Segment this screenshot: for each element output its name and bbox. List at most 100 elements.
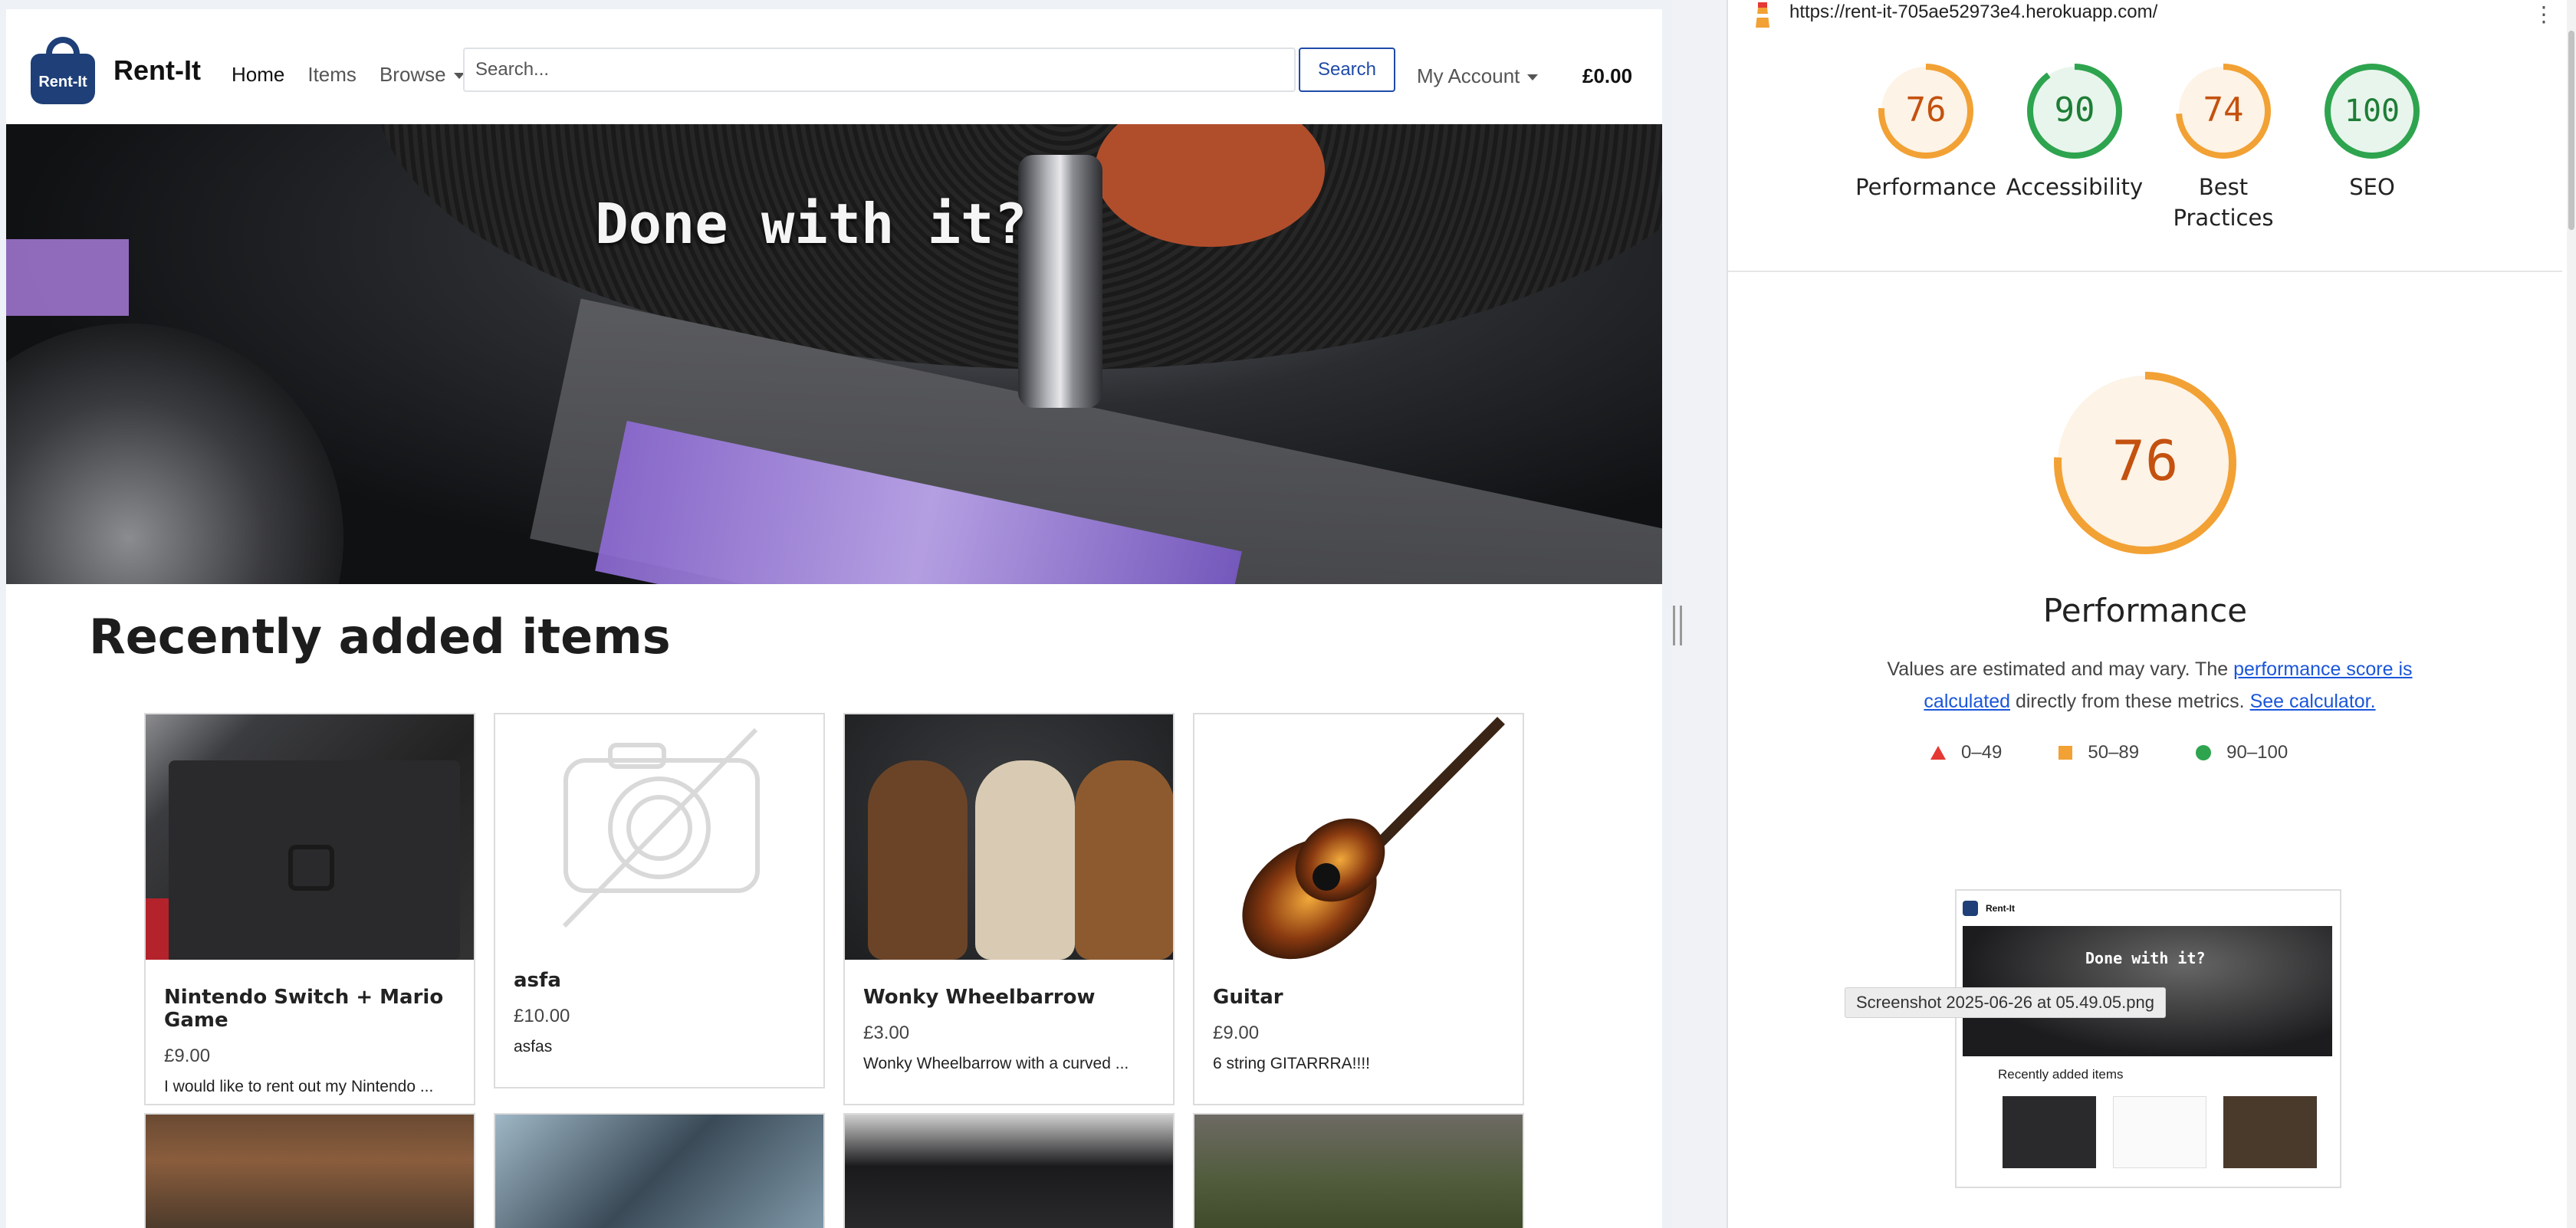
gauge-ring: 100 [2325,64,2420,159]
item-name: Wonky Wheelbarrow [863,986,1096,1009]
legend-average-label: 50–89 [2088,742,2140,763]
website-page: Rent-It Rent-It Home Items Browse Search… [6,9,1662,1228]
chevron-down-icon [1527,74,1539,81]
gauge-label: Best Practices [2173,174,2274,231]
legend-fail-label: 0–49 [1961,742,2003,763]
gauge-performance[interactable]: 76 Performance [1849,61,2003,202]
item-name: asfa [514,969,561,992]
gauge-best-practices[interactable]: 74 Best Practices [2147,61,2300,233]
legend-pass: 90–100 [2196,742,2288,763]
square-icon [2058,746,2073,760]
my-account-label: My Account [1417,64,1520,87]
thumb-section-title: Recently added items [1998,1067,2124,1082]
gauge-label: Accessibility [2006,174,2144,200]
legend-average: 50–89 [2058,742,2139,763]
report-scrollbar-thumb[interactable] [2568,31,2574,230]
item-name: Nintendo Switch + Mario Game [164,986,444,1032]
thumb-logo-icon [1963,901,1978,916]
item-image [146,714,474,960]
item-description: asfas [514,1038,553,1056]
item-image [146,1115,474,1228]
item-price: £3.00 [863,1023,910,1043]
performance-note: Values are estimated and may vary. The p… [1843,653,2456,717]
item-description: 6 string GITARRRA!!!! [1213,1055,1370,1072]
no-image-placeholder-icon [495,714,823,960]
score-summary: 76 Performance 90 Accessibility 74 Best … [1728,61,2562,272]
search-button[interactable]: Search [1299,48,1395,92]
nav-home-link[interactable]: Home [232,63,284,87]
brand-name: Rent-It [113,54,201,86]
thumb-navbar: Rent-It [1957,891,2340,926]
main-gauge-value: 76 [2112,428,2179,493]
item-card[interactable] [1193,1113,1524,1228]
note-text-middle: directly from these metrics. [2010,691,2250,712]
gauge-accessibility[interactable]: 90 Accessibility [1998,61,2151,202]
triangle-icon [1930,746,1946,760]
website-viewport: Rent-It Rent-It Home Items Browse Search… [0,0,1671,1228]
gauge-label: SEO [2349,174,2395,200]
item-card[interactable]: Wonky Wheelbarrow £3.00 Wonky Wheelbarro… [843,713,1175,1105]
item-price: £9.00 [164,1046,211,1066]
gauge-ring: 90 [2027,64,2122,159]
lighthouse-report: https://rent-it-705ae52973e4.herokuapp.c… [1727,0,2576,1228]
item-card[interactable] [494,1113,825,1228]
thumb-brand: Rent-It [1986,903,2015,914]
resize-handle[interactable] [1673,606,1682,645]
score-legend: 0–49 50–89 90–100 [1930,742,2288,763]
thumb-card [2223,1096,2317,1168]
nav-items-link[interactable]: Items [307,63,356,87]
item-description: I would like to rent out my Nintendo ... [164,1078,434,1095]
gauge-value: 90 [2055,90,2095,130]
item-price: £9.00 [1213,1023,1260,1043]
nav-links: Home Items Browse [232,63,465,87]
gauge-label: Performance [1855,174,1996,200]
item-image [845,714,1173,960]
performance-title: Performance [2042,592,2248,629]
gauge-ring: 76 [1878,64,1973,159]
search-input[interactable] [463,48,1296,92]
gauge-ring: 74 [2176,64,2271,159]
navbar: Rent-It Rent-It Home Items Browse Search… [6,9,1662,124]
logo-text: Rent-It [38,74,87,90]
hero-heading: Done with it? [595,192,1027,256]
legend-fail: 0–49 [1930,742,2002,763]
item-image [495,1115,823,1228]
gauge-value: 74 [2203,90,2244,130]
brand[interactable]: Rent-It Rent-It [28,37,201,104]
lighthouse-icon [1756,2,1769,28]
item-card[interactable] [843,1113,1175,1228]
section-title: Recently added items [89,609,671,665]
thumb-card [2113,1096,2206,1168]
item-image [1194,1115,1523,1228]
my-account-dropdown[interactable]: My Account [1417,64,1539,88]
see-calculator-link[interactable]: See calculator. [2250,691,2376,712]
note-text-prefix: Values are estimated and may vary. The [1887,658,2234,680]
gauge-value: 100 [2344,94,2400,129]
item-name: Guitar [1213,986,1283,1009]
file-tooltip: Screenshot 2025-06-26 at 05.49.05.png [1845,987,2166,1018]
item-price: £10.00 [514,1006,570,1026]
report-url-bar: https://rent-it-705ae52973e4.herokuapp.c… [1728,0,2576,28]
item-card[interactable]: Nintendo Switch + Mario Game £9.00 I wou… [144,713,475,1105]
gauge-seo[interactable]: 100 SEO [2295,61,2449,202]
legend-pass-label: 90–100 [2226,742,2288,763]
final-screenshot-thumbnail[interactable]: Rent-It Done with it? Recently added ite… [1955,889,2341,1188]
item-description: Wonky Wheelbarrow with a curved ... [863,1055,1129,1072]
item-card[interactable]: asfa £10.00 asfas [494,713,825,1088]
thumb-hero-text: Done with it? [2085,949,2206,967]
item-card[interactable] [144,1113,475,1228]
performance-main-gauge: 76 [2054,372,2236,554]
more-vert-icon[interactable]: ⋮ [2533,2,2555,27]
gauge-value: 76 [1906,90,1947,130]
circle-icon [2196,745,2212,760]
report-url[interactable]: https://rent-it-705ae52973e4.herokuapp.c… [1789,2,2157,23]
item-image [1194,714,1523,960]
item-card[interactable]: Guitar £9.00 6 string GITARRRA!!!! [1193,713,1524,1105]
nav-browse-dropdown[interactable]: Browse [380,63,465,87]
thumb-card [2003,1096,2096,1168]
report-scrollbar[interactable] [2567,0,2576,1228]
shopping-bag-logo-icon: Rent-It [28,37,98,104]
item-image [845,1115,1173,1228]
cart-total[interactable]: £0.00 [1582,64,1632,88]
nav-browse-label: Browse [379,63,446,86]
